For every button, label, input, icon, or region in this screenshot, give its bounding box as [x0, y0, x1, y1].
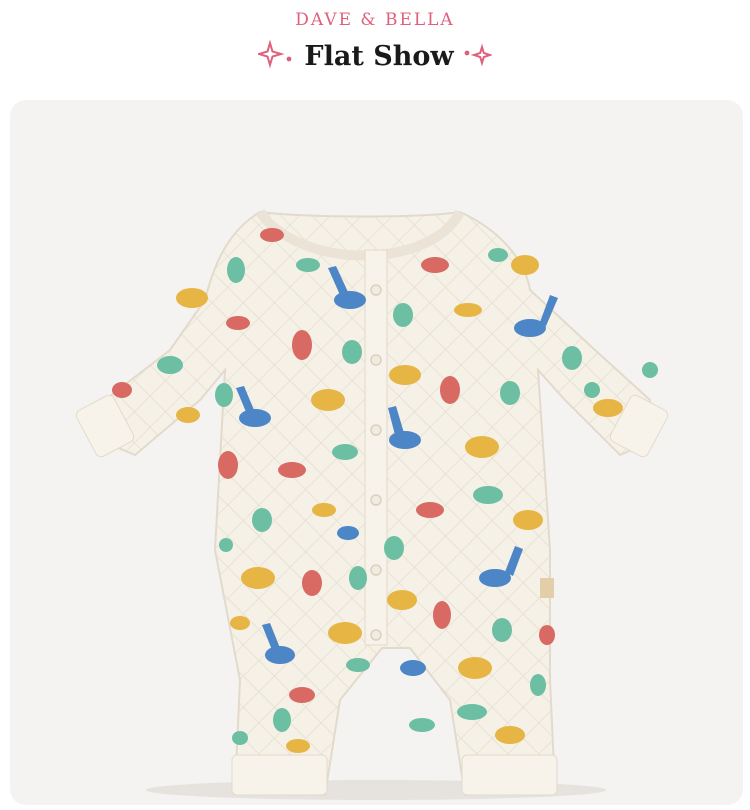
page-title: Flat Show [304, 40, 454, 72]
left-leg-cuff [231, 754, 328, 796]
header: DAVE & BELLA Flat Show [0, 0, 750, 95]
sparkle-icon-right [462, 39, 493, 73]
sparkle-icon-left [255, 39, 296, 73]
romper-illustration [75, 208, 669, 800]
brand-logo-text: DAVE & BELLA [295, 10, 455, 30]
right-leg-cuff [461, 754, 558, 796]
product-photo [10, 100, 743, 805]
brand-tag [540, 578, 554, 598]
title-row: Flat Show [0, 34, 750, 78]
